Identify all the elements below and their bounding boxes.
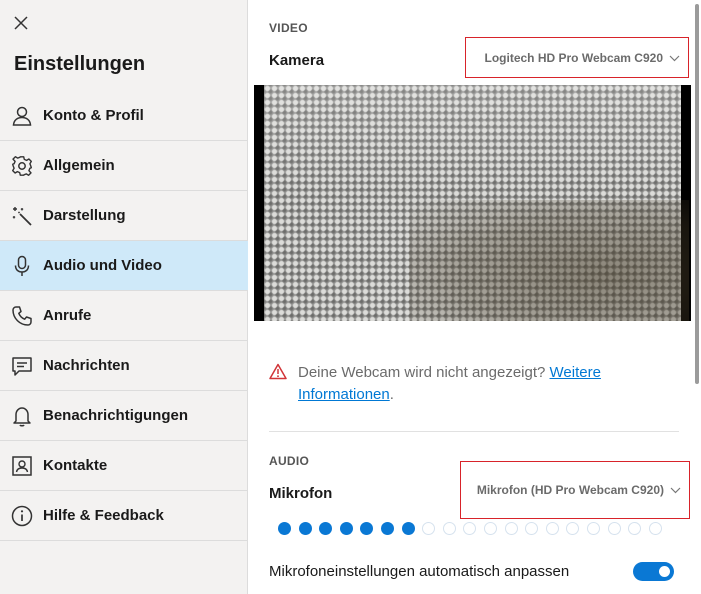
level-dot xyxy=(648,521,662,535)
sidebar-item-label: Benachrichtigungen xyxy=(43,407,189,424)
person-icon xyxy=(10,104,34,128)
sidebar-item-audio-video[interactable]: Audio und Video xyxy=(0,241,248,291)
sidebar-item-konto-profil[interactable]: Konto & Profil xyxy=(0,91,248,141)
sidebar-item-label: Allgemein xyxy=(43,157,115,174)
camera-label: Kamera xyxy=(269,52,325,69)
magic-wand-icon xyxy=(10,204,34,228)
camera-dropdown-value: Logitech HD Pro Webcam C920 xyxy=(484,50,664,65)
gear-icon xyxy=(10,154,34,178)
auto-adjust-label: Mikrofoneinstellungen automatisch anpass… xyxy=(269,563,570,580)
sidebar-item-label: Konto & Profil xyxy=(43,107,144,124)
sidebar-item-kontakte[interactable]: Kontakte xyxy=(0,441,248,491)
camera-feed-image xyxy=(264,85,689,321)
close-button[interactable] xyxy=(10,14,32,36)
level-dot xyxy=(504,521,518,535)
camera-preview xyxy=(254,85,691,321)
sidebar-item-label: Audio und Video xyxy=(43,257,162,274)
level-dot xyxy=(401,521,415,535)
close-icon xyxy=(13,15,29,36)
sidebar-item-nachrichten[interactable]: Nachrichten xyxy=(0,341,248,391)
scrollbar-thumb[interactable] xyxy=(695,4,699,384)
sidebar-item-label: Hilfe & Feedback xyxy=(43,507,164,524)
webcam-warning: Deine Webcam wird nicht angezeigt? Weite… xyxy=(269,362,669,406)
video-section-label: VIDEO xyxy=(269,21,308,35)
sidebar-item-hilfe-feedback[interactable]: Hilfe & Feedback xyxy=(0,491,248,541)
webcam-warning-text: Deine Webcam wird nicht angezeigt? Weite… xyxy=(298,362,669,406)
warning-message: Deine Webcam wird nicht angezeigt? xyxy=(298,364,550,381)
contact-card-icon xyxy=(10,454,34,478)
level-dot xyxy=(298,521,312,535)
level-dot xyxy=(483,521,497,535)
level-dot xyxy=(380,521,394,535)
microphone-dropdown-value: Mikrofon (HD Pro Webcam C920) xyxy=(476,483,664,497)
level-dot xyxy=(278,521,291,535)
level-dot xyxy=(339,521,353,535)
settings-sidebar: Einstellungen Konto & Profil Allgemein D… xyxy=(0,0,248,594)
level-dot xyxy=(628,521,642,535)
level-dot xyxy=(525,521,539,535)
level-dot xyxy=(607,521,621,535)
level-dot xyxy=(319,521,333,535)
microphone-level-meter xyxy=(278,521,669,535)
settings-nav: Konto & Profil Allgemein Darstellung Aud… xyxy=(0,91,248,541)
message-icon xyxy=(10,354,34,378)
info-icon xyxy=(10,504,34,528)
microphone-icon xyxy=(10,254,34,278)
level-dot xyxy=(545,521,559,535)
sidebar-item-label: Nachrichten xyxy=(43,357,130,374)
chevron-down-icon xyxy=(669,49,680,67)
sidebar-item-benachrichtigungen[interactable]: Benachrichtigungen xyxy=(0,391,248,441)
sidebar-item-anrufe[interactable]: Anrufe xyxy=(0,291,248,341)
warning-end: . xyxy=(389,386,394,403)
sidebar-item-label: Darstellung xyxy=(43,207,126,224)
section-divider xyxy=(269,431,679,432)
sidebar-item-label: Kontakte xyxy=(43,457,108,474)
level-dot xyxy=(442,521,456,535)
settings-content: VIDEO Kamera Logitech HD Pro Webcam C920… xyxy=(249,0,701,594)
sidebar-item-label: Anrufe xyxy=(43,307,92,324)
bell-icon xyxy=(10,404,34,428)
settings-title: Einstellungen xyxy=(14,53,146,75)
warning-icon xyxy=(269,363,287,381)
toggle-knob xyxy=(659,566,670,577)
level-dot xyxy=(566,521,580,535)
phone-icon xyxy=(10,304,34,328)
level-dot xyxy=(360,521,374,535)
microphone-label: Mikrofon xyxy=(269,485,333,502)
sidebar-item-allgemein[interactable]: Allgemein xyxy=(0,141,248,191)
camera-dropdown[interactable]: Logitech HD Pro Webcam C920 xyxy=(465,37,689,78)
microphone-dropdown[interactable]: Mikrofon (HD Pro Webcam C920) xyxy=(460,461,690,519)
level-dot xyxy=(586,521,600,535)
sidebar-item-darstellung[interactable]: Darstellung xyxy=(0,191,248,241)
auto-adjust-toggle[interactable] xyxy=(633,562,674,581)
audio-section-label: AUDIO xyxy=(269,454,310,468)
level-dot xyxy=(422,521,436,535)
chevron-down-icon xyxy=(670,481,681,499)
level-dot xyxy=(463,521,477,535)
